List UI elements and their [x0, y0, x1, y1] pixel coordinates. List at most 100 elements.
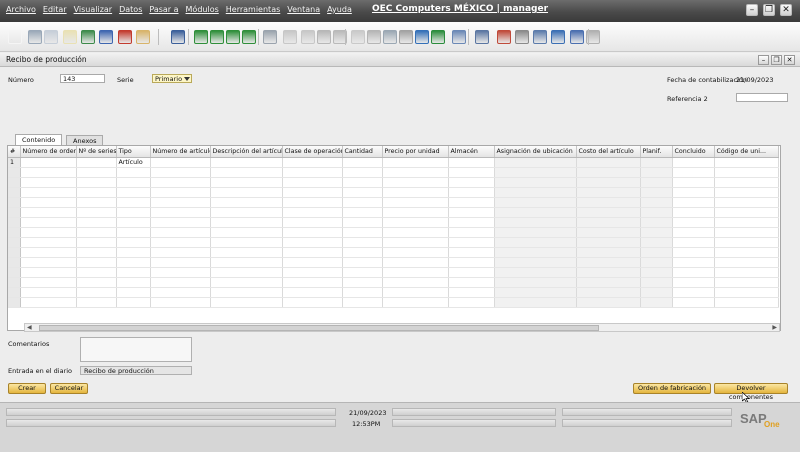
- table-cell[interactable]: [494, 257, 577, 268]
- table-cell[interactable]: [714, 237, 779, 248]
- table-cell[interactable]: [76, 197, 117, 208]
- table-cell[interactable]: [382, 197, 449, 208]
- column-header[interactable]: Almacén: [448, 146, 495, 158]
- table-cell[interactable]: [448, 297, 495, 308]
- table-cell[interactable]: [282, 277, 343, 288]
- table-cell[interactable]: [494, 267, 577, 278]
- table-cell[interactable]: [640, 287, 673, 298]
- table-cell[interactable]: [448, 287, 495, 298]
- email-icon[interactable]: [63, 30, 77, 44]
- menu-item[interactable]: Pasar a: [149, 5, 178, 14]
- table-cell[interactable]: [448, 187, 495, 198]
- table-cell[interactable]: [20, 297, 77, 308]
- table-cell[interactable]: [150, 227, 211, 238]
- edit-icon[interactable]: [415, 30, 429, 44]
- table-cell[interactable]: [342, 267, 383, 278]
- table-cell[interactable]: [76, 187, 117, 198]
- table-cell[interactable]: [494, 187, 577, 198]
- table-cell[interactable]: [576, 287, 641, 298]
- table-cell[interactable]: [714, 267, 779, 278]
- table-cell[interactable]: [494, 227, 577, 238]
- table-cell[interactable]: [282, 227, 343, 238]
- minimize-icon[interactable]: –: [746, 4, 758, 16]
- table-cell[interactable]: [672, 247, 715, 258]
- table-cell[interactable]: [210, 227, 283, 238]
- table-cell[interactable]: [576, 207, 641, 218]
- table-cell[interactable]: [76, 157, 117, 168]
- table-cell[interactable]: [116, 297, 151, 308]
- user-icon[interactable]: [533, 30, 547, 44]
- column-header[interactable]: Número de artículo: [150, 146, 211, 158]
- table-cell[interactable]: [76, 217, 117, 228]
- table-cell[interactable]: [448, 207, 495, 218]
- launch-app-icon[interactable]: [136, 30, 150, 44]
- table-cell[interactable]: [282, 257, 343, 268]
- table-cell[interactable]: [20, 257, 77, 268]
- table-cell[interactable]: [150, 187, 211, 198]
- table-cell[interactable]: [640, 167, 673, 178]
- comentarios-field[interactable]: [80, 337, 192, 362]
- table-row[interactable]: [8, 217, 779, 228]
- table-cell[interactable]: [210, 197, 283, 208]
- table-cell[interactable]: [76, 287, 117, 298]
- devolver-componentes-button[interactable]: Devolver componentes: [714, 383, 788, 401]
- table-cell[interactable]: [382, 297, 449, 308]
- table-cell[interactable]: [576, 167, 641, 178]
- table-row[interactable]: [8, 237, 779, 248]
- table-cell[interactable]: [448, 237, 495, 248]
- table-cell[interactable]: [448, 157, 495, 168]
- table-cell[interactable]: [494, 277, 577, 288]
- table-cell[interactable]: [116, 267, 151, 278]
- table-cell[interactable]: [150, 167, 211, 178]
- base-document-icon[interactable]: [283, 30, 297, 44]
- table-cell[interactable]: [494, 167, 577, 178]
- table-cell[interactable]: [714, 177, 779, 188]
- table-cell[interactable]: [640, 177, 673, 188]
- scroll-left-icon[interactable]: ◀: [27, 324, 32, 331]
- export-excel-icon[interactable]: [81, 30, 95, 44]
- column-header[interactable]: Número de orden: [20, 146, 77, 158]
- table-cell[interactable]: [20, 247, 77, 258]
- table-cell[interactable]: [150, 237, 211, 248]
- table-cell[interactable]: [116, 247, 151, 258]
- table-cell[interactable]: [640, 187, 673, 198]
- column-header[interactable]: Precio por unidad: [382, 146, 449, 158]
- orden-fabricacion-button[interactable]: Orden de fabricación: [633, 383, 711, 394]
- table-cell[interactable]: [640, 297, 673, 308]
- sort-icon[interactable]: [399, 30, 413, 44]
- table-cell[interactable]: [282, 287, 343, 298]
- table-cell[interactable]: [76, 247, 117, 258]
- help-icon[interactable]: [570, 30, 584, 44]
- table-cell[interactable]: [150, 197, 211, 208]
- table-cell[interactable]: [382, 167, 449, 178]
- table-cell[interactable]: [576, 177, 641, 188]
- table-cell[interactable]: [714, 287, 779, 298]
- print-icon[interactable]: [28, 30, 42, 44]
- table-cell[interactable]: [76, 167, 117, 178]
- table-cell[interactable]: [76, 227, 117, 238]
- table-cell[interactable]: [282, 177, 343, 188]
- scroll-right-icon[interactable]: ▶: [772, 324, 777, 331]
- table-cell[interactable]: [76, 267, 117, 278]
- table-cell[interactable]: [282, 237, 343, 248]
- table-cell[interactable]: [116, 177, 151, 188]
- table-cell[interactable]: [282, 157, 343, 168]
- table-row[interactable]: 1 Artículo: [8, 157, 779, 168]
- menu-item[interactable]: Ayuda: [327, 5, 352, 14]
- table-cell[interactable]: [210, 287, 283, 298]
- table-cell[interactable]: [20, 167, 77, 178]
- table-cell[interactable]: [116, 217, 151, 228]
- doc-restore-icon[interactable]: ❐: [771, 55, 782, 65]
- table-cell[interactable]: [382, 287, 449, 298]
- horizontal-scrollbar[interactable]: ◀ ▶: [24, 323, 780, 332]
- table-cell[interactable]: [116, 237, 151, 248]
- table-cell[interactable]: [672, 177, 715, 188]
- table-cell[interactable]: [448, 167, 495, 178]
- table-cell[interactable]: [640, 237, 673, 248]
- table-cell[interactable]: [150, 257, 211, 268]
- table-cell[interactable]: [640, 257, 673, 268]
- table-cell[interactable]: [116, 277, 151, 288]
- table-row[interactable]: [8, 287, 779, 298]
- table-cell[interactable]: [448, 247, 495, 258]
- table-cell[interactable]: [494, 207, 577, 218]
